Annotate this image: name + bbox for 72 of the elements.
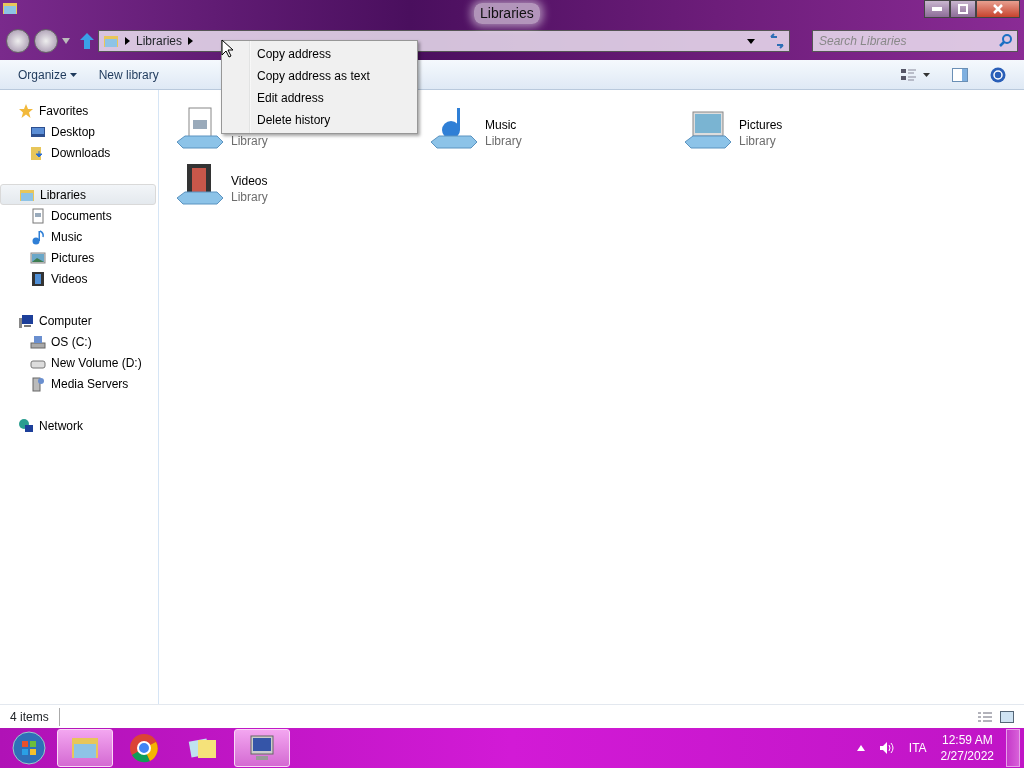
- videos-library-icon: [175, 162, 225, 206]
- restore-icon: [958, 4, 968, 14]
- caret-icon: [923, 72, 930, 77]
- sidebar-item[interactable]: Favorites: [0, 100, 158, 121]
- chevron-icon[interactable]: [188, 37, 194, 45]
- toolbar-button[interactable]: Organize: [10, 63, 85, 86]
- sidebar-item[interactable]: Libraries: [0, 184, 156, 205]
- browser-icon: [128, 732, 160, 764]
- folder-icon: [103, 33, 119, 49]
- refresh-icon[interactable]: [769, 33, 785, 49]
- close-button[interactable]: [976, 0, 1020, 18]
- mouse-cursor-icon: [221, 39, 233, 58]
- library-name[interactable]: Videos: [231, 173, 268, 189]
- clock-date[interactable]: 2/27/2022: [940, 748, 994, 764]
- document-icon: [30, 207, 46, 224]
- library-name[interactable]: Pictures: [739, 117, 783, 133]
- sidebar-item[interactable]: OS (C:): [0, 331, 158, 352]
- search-field[interactable]: Search Libraries: [812, 30, 1018, 52]
- library-type: Library: [485, 133, 522, 149]
- library-type: Library: [231, 133, 268, 149]
- document-library-icon: [175, 106, 225, 150]
- music-library-icon: [429, 106, 479, 150]
- library-type: Library: [231, 189, 268, 205]
- search-icon: [999, 34, 1012, 47]
- help-icon: [990, 67, 1006, 84]
- media-server-icon: [30, 375, 46, 392]
- show-hidden-icons-icon[interactable]: [856, 745, 865, 751]
- minimize-icon: [932, 7, 942, 11]
- up-arrow-icon[interactable]: [80, 33, 94, 49]
- forward-button[interactable]: [34, 29, 58, 53]
- item-count: 4 items: [10, 707, 60, 726]
- sidebar-item[interactable]: Network: [0, 415, 158, 436]
- toolbar-button[interactable]: New library: [90, 63, 167, 86]
- breadcrumb-item[interactable]: Libraries: [136, 32, 183, 50]
- sidebar-item[interactable]: Pictures: [0, 247, 158, 268]
- drive-icon: [30, 333, 46, 350]
- sidebar-item[interactable]: Music: [0, 226, 158, 247]
- window-title: Libraries: [474, 2, 540, 24]
- pane-icon: [952, 68, 968, 83]
- close-icon: [993, 4, 1003, 14]
- sidebar-item[interactable]: Desktop: [0, 121, 158, 142]
- windows-logo-icon: [12, 731, 46, 765]
- music-note-icon: [30, 228, 46, 245]
- back-button[interactable]: [6, 29, 30, 53]
- clock-time[interactable]: 12:59 AM: [940, 732, 994, 748]
- menu-item[interactable]: Copy address as text: [224, 65, 415, 87]
- chevron-icon[interactable]: [125, 37, 130, 45]
- star-icon: [18, 102, 34, 119]
- view-list-icon: [901, 67, 917, 82]
- caret-icon[interactable]: [62, 38, 70, 44]
- dropdown-caret-icon[interactable]: [747, 38, 755, 44]
- sidebar-item[interactable]: Documents: [0, 205, 158, 226]
- folder-icon: [2, 0, 18, 16]
- sidebar-item[interactable]: Downloads: [0, 142, 158, 163]
- large-icons-view-icon[interactable]: [1000, 710, 1014, 723]
- maximize-button[interactable]: [950, 0, 976, 18]
- sidebar-item[interactable]: Videos: [0, 268, 158, 289]
- computer-icon: [18, 312, 34, 329]
- language-indicator[interactable]: ITA: [908, 739, 927, 757]
- library-type: Library: [739, 133, 777, 149]
- library-name[interactable]: Music: [485, 117, 522, 133]
- network-icon: [18, 417, 34, 434]
- sidebar-item[interactable]: New Volume (D:): [0, 352, 158, 373]
- picture-icon: [30, 249, 46, 266]
- menu-item[interactable]: Edit address: [224, 87, 415, 109]
- sidebar-item[interactable]: Media Servers: [0, 373, 158, 394]
- taskbar-app-button[interactable]: [234, 729, 290, 767]
- sidebar-item[interactable]: Computer: [0, 310, 158, 331]
- film-icon: [30, 270, 46, 287]
- menu-item[interactable]: Delete history: [224, 109, 415, 131]
- speaker-icon[interactable]: [878, 741, 895, 755]
- minimize-button[interactable]: [924, 0, 950, 18]
